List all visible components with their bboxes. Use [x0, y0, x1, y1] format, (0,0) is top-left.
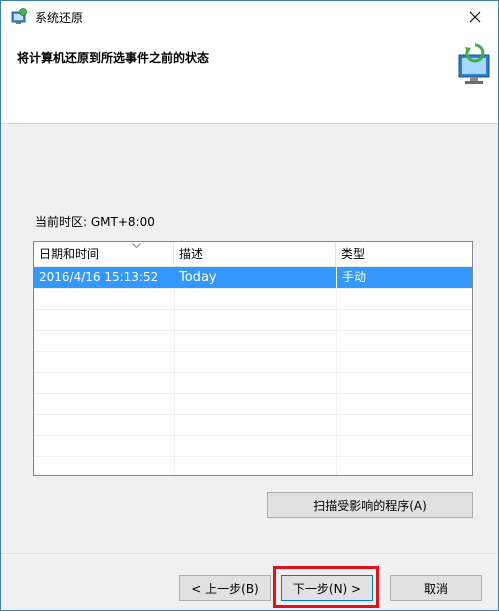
title-bar: 系统还原	[1, 1, 498, 33]
row-gridline	[34, 393, 472, 394]
column-header-type[interactable]: 类型	[336, 242, 472, 266]
row-gridline	[34, 330, 472, 331]
cancel-button[interactable]: 取消	[390, 575, 482, 601]
row-gridline	[34, 435, 472, 436]
window-title: 系统还原	[35, 11, 84, 25]
row-gridline	[34, 372, 472, 373]
restore-point-list[interactable]: 日期和时间 描述 类型 2016/4/16 15:13:52 Today 手动	[33, 241, 473, 476]
row-gridline	[34, 288, 472, 289]
row-gridline	[34, 456, 472, 457]
timezone-label: 当前时区: GMT+8:00	[35, 215, 155, 229]
row-gridline	[34, 309, 472, 310]
sort-chevron-icon	[132, 243, 141, 248]
cell-datetime: 2016/4/16 15:13:52	[39, 270, 159, 284]
column-gridline	[174, 288, 175, 475]
restore-monitor-icon	[458, 43, 490, 84]
footer-divider	[1, 553, 498, 554]
back-button[interactable]: < 上一步(B)	[179, 575, 271, 601]
wizard-header: 将计算机还原到所选事件之前的状态	[1, 33, 498, 124]
column-gridline	[336, 288, 337, 475]
scan-affected-programs-button[interactable]: 扫描受影响的程序(A)	[267, 492, 473, 518]
row-gridline	[34, 351, 472, 352]
page-title: 将计算机还原到所选事件之前的状态	[17, 51, 210, 65]
cell-type: 手动	[336, 267, 472, 288]
column-header-description[interactable]: 描述	[174, 242, 336, 266]
close-button[interactable]	[452, 1, 498, 33]
table-row[interactable]: 2016/4/16 15:13:52 Today 手动	[34, 267, 472, 288]
system-restore-icon	[11, 8, 27, 24]
next-button[interactable]: 下一步(N) >	[281, 575, 373, 601]
list-header: 日期和时间 描述 类型	[34, 242, 472, 267]
column-header-datetime[interactable]: 日期和时间	[34, 242, 174, 266]
cell-description: Today	[179, 270, 217, 285]
close-icon	[469, 11, 481, 23]
row-gridline	[34, 414, 472, 415]
system-restore-window: 系统还原 将计算机还原到所选事件之前的状态 当前时区: GMT+8:00 日期和…	[0, 0, 499, 611]
